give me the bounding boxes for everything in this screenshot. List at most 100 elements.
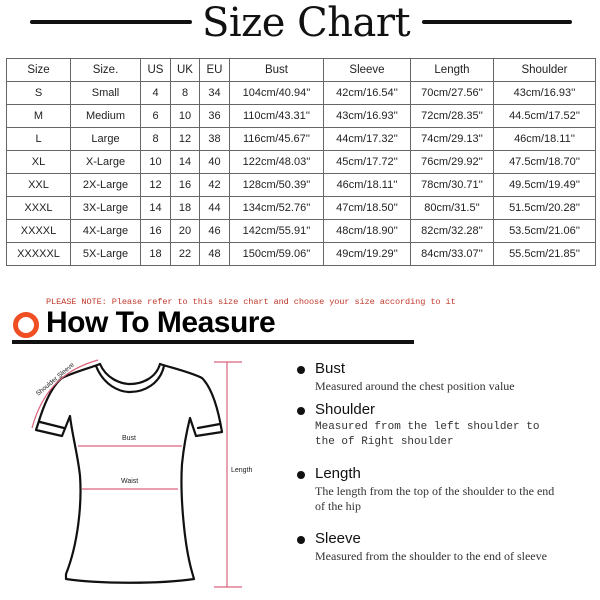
table-cell: Small	[70, 81, 141, 105]
column-header: Sleeve	[323, 58, 411, 82]
table-cell: L	[6, 127, 71, 151]
circle-ring-icon	[13, 312, 39, 338]
page-title: Size Chart	[201, 0, 411, 46]
table-cell: 34	[199, 81, 230, 105]
table-cell: 47.5cm/18.70''	[493, 150, 596, 174]
table-cell: 3X-Large	[70, 196, 141, 220]
tshirt-measurement-diagram: Shoulder Sleeve Bust Waist Length	[31, 359, 253, 588]
table-cell: 2X-Large	[70, 173, 141, 197]
table-cell: XXL	[6, 173, 71, 197]
table-cell: 46	[199, 219, 230, 243]
measure-item-description: Measured from the left shoulder to the o…	[315, 421, 540, 448]
table-cell: 42	[199, 173, 230, 197]
column-header: Shoulder	[493, 58, 596, 82]
table-row: M Medium 6 10 36 110cm/43.31'' 43cm/16.93'' 72c…	[6, 104, 596, 128]
column-header: US	[140, 58, 171, 82]
table-cell: 49.5cm/19.49''	[493, 173, 596, 197]
table-row: XL X-Large 10 14 40 122cm/48.03'' 45cm/17.72''…	[6, 150, 596, 174]
table-cell: X-Large	[70, 150, 141, 174]
table-row: XXXXL 4X-Large 16 20 46 142cm/55.91'' 48cm/18.…	[6, 219, 596, 243]
size-table: Size Size. US UK EU Bust Sleeve Length Shoulder …	[6, 58, 596, 266]
table-cell: 43cm/16.93''	[323, 104, 411, 128]
table-cell: Large	[70, 127, 141, 151]
column-header: Bust	[229, 58, 324, 82]
column-header: EU	[199, 58, 230, 82]
table-cell: 6	[140, 104, 171, 128]
column-header: Size	[6, 58, 71, 82]
table-header-row: Size Size. US UK EU Bust Sleeve Length Shoulder	[6, 58, 596, 82]
table-cell: 44	[199, 196, 230, 220]
table-cell: 142cm/55.91''	[229, 219, 324, 243]
table-cell: 84cm/33.07''	[410, 242, 494, 266]
table-cell: 46cm/18.11''	[493, 127, 596, 151]
table-cell: 47cm/18.50''	[323, 196, 411, 220]
table-cell: 14	[140, 196, 171, 220]
table-cell: 44cm/17.32''	[323, 127, 411, 151]
table-cell: 8	[170, 81, 200, 105]
table-cell: 43cm/16.93''	[493, 81, 596, 105]
measure-item-description: The length from the top of the shoulder …	[315, 484, 555, 513]
table-row: XXXL 3X-Large 14 18 44 134cm/52.76'' 47cm/18.5…	[6, 196, 596, 220]
table-cell: M	[6, 104, 71, 128]
table-cell: XXXXL	[6, 219, 71, 243]
table-cell: 104cm/40.94''	[229, 81, 324, 105]
how-to-measure-title: How To Measure	[46, 306, 276, 339]
table-cell: 40	[199, 150, 230, 174]
table-cell: 55.5cm/21.85''	[493, 242, 596, 266]
table-cell: 10	[170, 104, 200, 128]
measure-item-title: Bust	[315, 360, 346, 377]
measure-item-title: Length	[315, 465, 361, 482]
table-cell: 38	[199, 127, 230, 151]
bullet-icon	[297, 407, 305, 415]
table-cell: 122cm/48.03''	[229, 150, 324, 174]
measure-item-title: Sleeve	[315, 530, 361, 547]
table-cell: 78cm/30.71''	[410, 173, 494, 197]
table-cell: 36	[199, 104, 230, 128]
table-cell: 5X-Large	[70, 242, 141, 266]
table-cell: 46cm/18.11''	[323, 173, 411, 197]
table-cell: 18	[140, 242, 171, 266]
table-cell: 45cm/17.72''	[323, 150, 411, 174]
title-rule-left	[30, 20, 192, 24]
table-cell: XL	[6, 150, 71, 174]
table-cell: 12	[140, 173, 171, 197]
measure-item-title: Shoulder	[315, 401, 376, 418]
tshirt-outline-icon	[34, 362, 224, 584]
table-cell: 4	[140, 81, 171, 105]
bullet-icon	[297, 366, 305, 374]
table-cell: 116cm/45.67''	[229, 127, 324, 151]
table-cell: Medium	[70, 104, 141, 128]
table-cell: 134cm/52.76''	[229, 196, 324, 220]
table-cell: 12	[170, 127, 200, 151]
table-row: L Large 8 12 38 116cm/45.67'' 44cm/17.32'' 74cm…	[6, 127, 596, 151]
table-cell: XXXXXL	[6, 242, 71, 266]
table-cell: 44.5cm/17.52''	[493, 104, 596, 128]
table-cell: 16	[170, 173, 200, 197]
table-cell: S	[6, 81, 71, 105]
table-cell: 10	[140, 150, 171, 174]
table-cell: 48cm/18.90''	[323, 219, 411, 243]
table-cell: 22	[170, 242, 200, 266]
table-cell: 80cm/31.5''	[410, 196, 494, 220]
table-cell: 76cm/29.92''	[410, 150, 494, 174]
table-cell: 74cm/29.13''	[410, 127, 494, 151]
waist-label: Waist	[121, 478, 138, 485]
table-cell: 42cm/16.54''	[323, 81, 411, 105]
table-cell: 49cm/19.29''	[323, 242, 411, 266]
table-cell: 53.5cm/21.06''	[493, 219, 596, 243]
length-label: Length	[231, 467, 253, 474]
title-rule-right	[422, 20, 572, 24]
table-cell: 20	[170, 219, 200, 243]
measure-item-description: Measured around the chest position value	[315, 379, 515, 393]
table-cell: 51.5cm/20.28''	[493, 196, 596, 220]
column-header: Length	[410, 58, 494, 82]
table-cell: 110cm/43.31''	[229, 104, 324, 128]
table-cell: 128cm/50.39''	[229, 173, 324, 197]
table-cell: 18	[170, 196, 200, 220]
table-row: XXXXXL 5X-Large 18 22 48 150cm/59.06'' 49cm/19…	[6, 242, 596, 266]
table-cell: 72cm/28.35''	[410, 104, 494, 128]
table-cell: 82cm/32.28''	[410, 219, 494, 243]
table-row: S Small 4 8 34 104cm/40.94'' 42cm/16.54'' 70cm/…	[6, 81, 596, 105]
bullet-icon	[297, 471, 305, 479]
table-cell: 8	[140, 127, 171, 151]
